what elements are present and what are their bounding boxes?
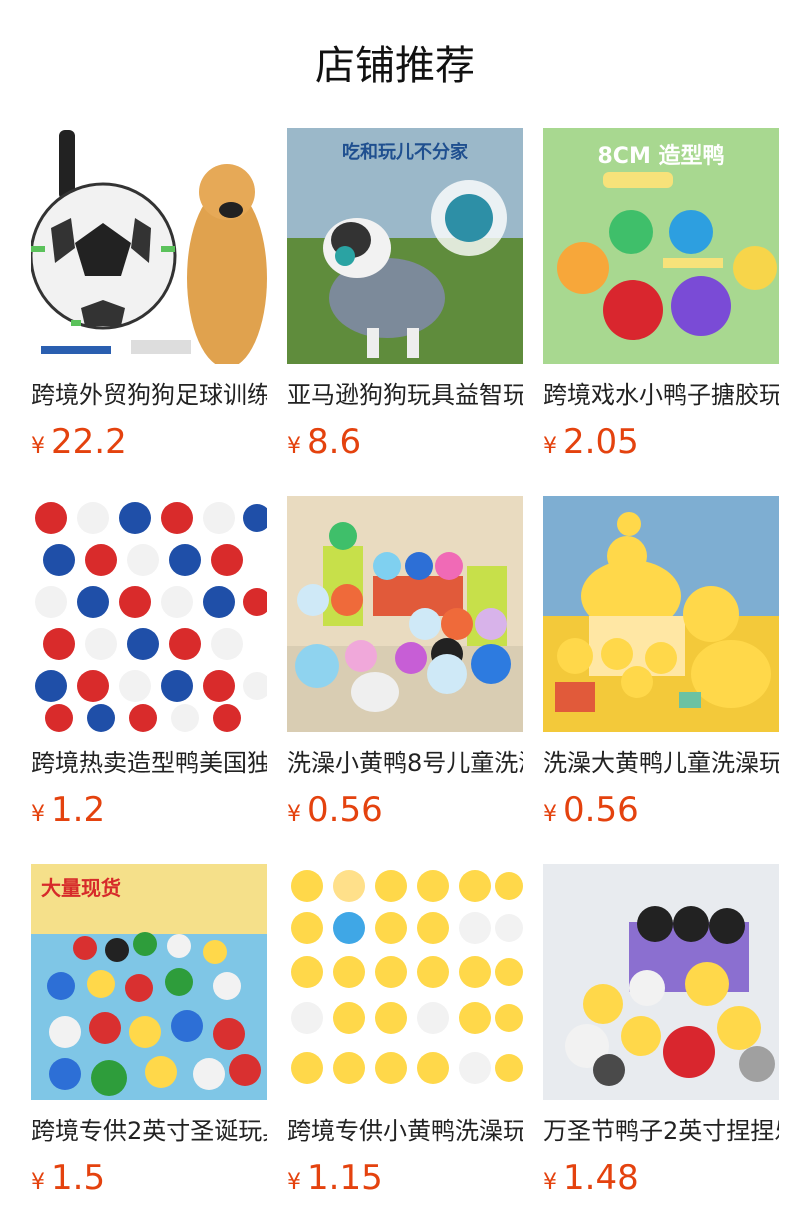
halloween-ducks-image[interactable] (543, 864, 779, 1100)
product-price: ¥1.15 (287, 1158, 523, 1198)
store-recommendation-page: 店铺推荐 跨境外贸狗狗足球训练 ¥ 22.2 吃和玩儿不分家 亚马逊狗狗玩具益智… (0, 0, 790, 1232)
overlay-banner: 吃和玩儿不分家 (342, 142, 468, 163)
product-price: ¥2.05 (543, 422, 779, 462)
product-name[interactable]: 洗澡小黄鸭8号儿童洗澡 (287, 746, 523, 780)
currency-symbol: ¥ (287, 802, 301, 827)
overlay-banner: 8CM 造型鸭 (597, 144, 725, 169)
currency-symbol: ¥ (543, 802, 557, 827)
product-card[interactable]: 吃和玩儿不分家 亚马逊狗狗玩具益智玩具 ¥8.6 (287, 128, 523, 462)
product-price: ¥8.6 (287, 422, 523, 462)
product-name[interactable]: 跨境戏水小鸭子搪胶玩具 (543, 378, 779, 412)
product-card[interactable]: 跨境外贸狗狗足球训练 ¥22.2 (31, 128, 267, 462)
product-card[interactable]: 大量现货 跨境专供2英寸圣诞玩具 ¥1.5 (31, 864, 267, 1198)
product-card[interactable]: 洗澡小黄鸭8号儿童洗澡 ¥0.56 (287, 496, 523, 830)
product-card[interactable]: 洗澡大黄鸭儿童洗澡玩具 ¥0.56 (543, 496, 779, 830)
price-value: 0.56 (307, 790, 383, 830)
price-value: 1.15 (307, 1158, 383, 1198)
product-card[interactable]: 跨境专供小黄鸭洗澡玩具 ¥1.15 (287, 864, 523, 1198)
currency-symbol: ¥ (287, 1170, 301, 1195)
product-card[interactable]: 跨境热卖造型鸭美国独立 ¥1.2 (31, 496, 267, 830)
price-value: 1.2 (51, 790, 106, 830)
dog-chew-toy-image[interactable]: 吃和玩儿不分家 (287, 128, 523, 364)
product-name[interactable]: 跨境专供小黄鸭洗澡玩具 (287, 1114, 523, 1148)
currency-symbol: ¥ (543, 434, 557, 459)
product-name[interactable]: 跨境外贸狗狗足球训练 (31, 378, 267, 412)
overlay-banner: 大量现货 (41, 876, 121, 900)
product-price: ¥1.5 (31, 1158, 267, 1198)
yellow-ducks-image[interactable] (543, 496, 779, 732)
currency-symbol: ¥ (31, 802, 45, 827)
christmas-ducks-image[interactable]: 大量现货 (31, 864, 267, 1100)
product-name[interactable]: 跨境热卖造型鸭美国独立 (31, 746, 267, 780)
product-price: ¥22.2 (31, 422, 267, 462)
shaped-ducks-image[interactable]: 8CM 造型鸭 (543, 128, 779, 364)
product-name[interactable]: 亚马逊狗狗玩具益智玩具 (287, 378, 523, 412)
product-name[interactable]: 跨境专供2英寸圣诞玩具 (31, 1114, 267, 1148)
product-name[interactable]: 万圣节鸭子2英寸捏捏乐 (543, 1114, 779, 1148)
price-value: 1.48 (563, 1158, 639, 1198)
page-title: 店铺推荐 (315, 43, 475, 89)
product-card[interactable]: 万圣节鸭子2英寸捏捏乐 ¥1.48 (543, 864, 779, 1198)
costume-ducks-grid-image[interactable] (287, 864, 523, 1100)
product-price: ¥0.56 (287, 790, 523, 830)
product-price: ¥1.48 (543, 1158, 779, 1198)
product-price: ¥1.2 (31, 790, 267, 830)
patriotic-ducks-image[interactable] (31, 496, 267, 732)
currency-symbol: ¥ (543, 1170, 557, 1195)
product-name[interactable]: 洗澡大黄鸭儿童洗澡玩具 (543, 746, 779, 780)
currency-symbol: ¥ (31, 1170, 45, 1195)
price-value: 2.05 (563, 422, 639, 462)
price-value: 22.2 (51, 422, 127, 462)
product-card[interactable]: 8CM 造型鸭 跨境戏水小鸭子搪胶玩具 ¥2.05 (543, 128, 779, 462)
currency-symbol: ¥ (287, 434, 301, 459)
colorful-ducks-image[interactable] (287, 496, 523, 732)
price-value: 1.5 (51, 1158, 106, 1198)
product-price: ¥0.56 (543, 790, 779, 830)
currency-symbol: ¥ (31, 434, 45, 459)
dog-ball-toy-image[interactable] (31, 128, 267, 364)
price-value: 0.56 (563, 790, 639, 830)
price-value: 8.6 (307, 422, 362, 462)
product-grid: 跨境外贸狗狗足球训练 ¥22.2 吃和玩儿不分家 亚马逊狗狗玩具益智玩 ¥ 8.… (31, 128, 779, 1198)
